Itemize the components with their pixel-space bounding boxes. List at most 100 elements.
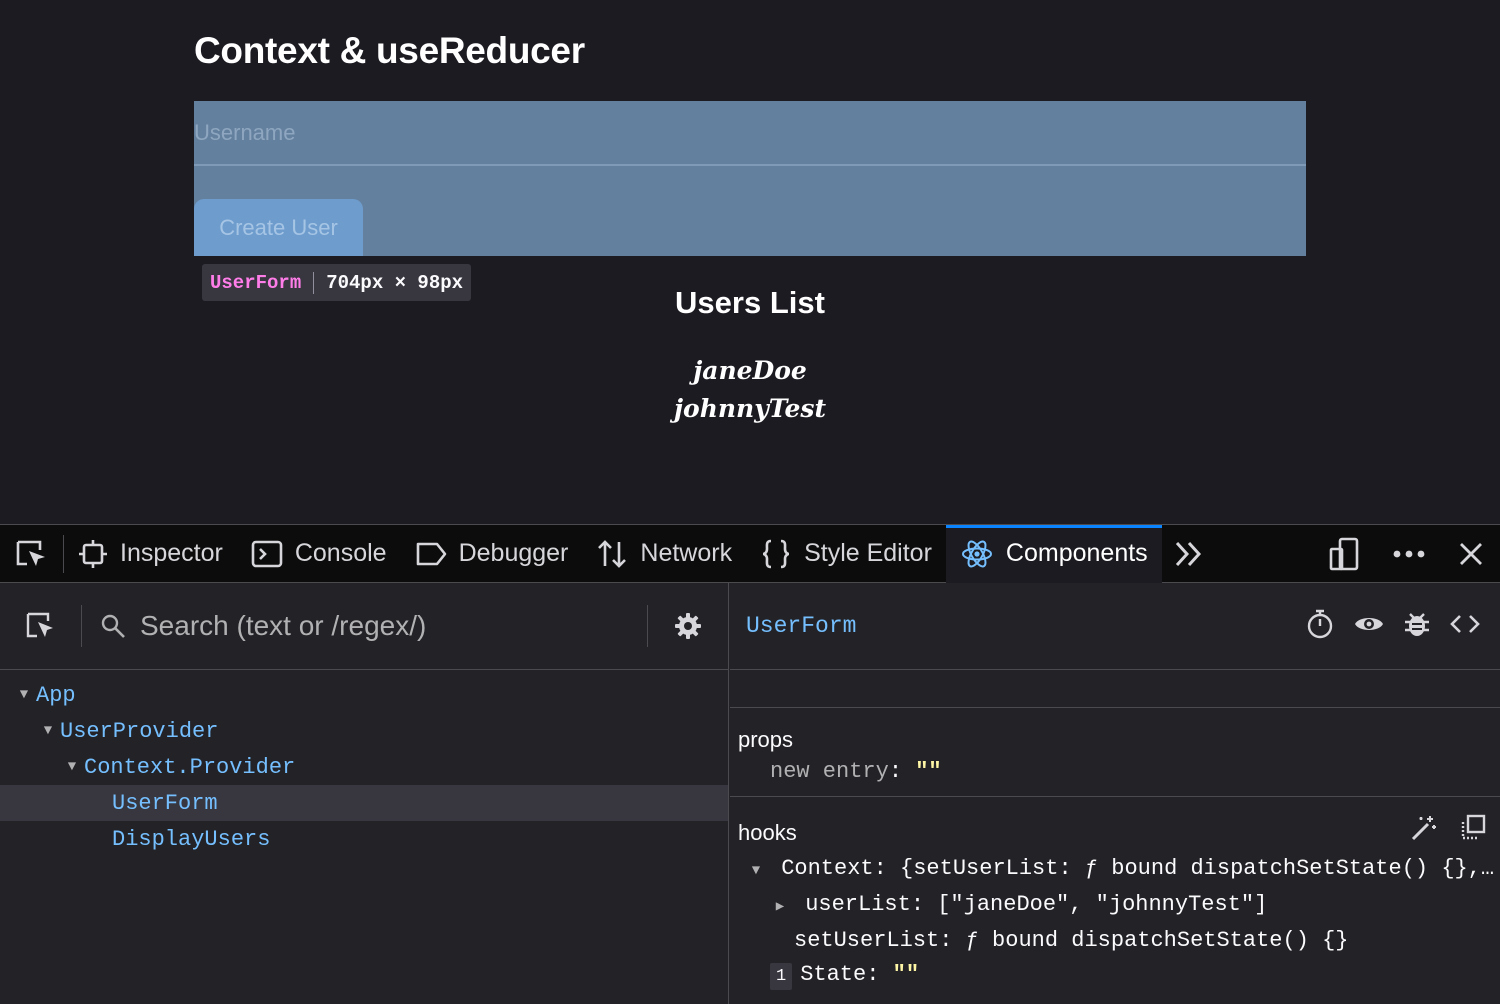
tab-label: Console [294, 539, 387, 567]
toolbar-right-controls [1312, 525, 1500, 583]
network-icon [598, 539, 627, 568]
caret-down-icon[interactable]: ▼ [60, 759, 84, 775]
components-tree-pane: ▼ App ▼ UserProvider ▼ Context.Provider … [0, 583, 729, 1004]
inspect-dom-button[interactable] [1354, 613, 1384, 640]
tab-label: Inspector [120, 539, 223, 567]
component-details-pane: UserForm props new entry: "" hooks ▼ Con… [730, 583, 1500, 1004]
component-tree: ▼ App ▼ UserProvider ▼ Context.Provider … [0, 677, 728, 857]
details-spacer [730, 670, 1500, 708]
tree-item-label: Context.Provider [84, 754, 296, 780]
chevron-double-right-icon [1175, 541, 1201, 566]
tree-item-label: UserForm [112, 790, 218, 816]
responsive-design-icon [1329, 537, 1359, 571]
responsive-design-button[interactable] [1312, 525, 1376, 583]
hook-value[interactable]: "" [893, 962, 919, 987]
users-list-title: Users List [675, 285, 825, 320]
prop-value[interactable]: "" [915, 759, 941, 784]
create-user-button[interactable]: Create User [194, 199, 363, 256]
tab-style-editor[interactable]: Style Editor [746, 525, 946, 583]
copy-hooks-button[interactable] [1460, 814, 1486, 847]
tab-components[interactable]: Components [945, 524, 1162, 583]
tab-label: Style Editor [804, 539, 932, 567]
user-form: Create User [194, 101, 1306, 256]
element-picker-icon [16, 540, 45, 566]
page-viewport: Context & useReducer Create User UserFor… [0, 0, 1500, 524]
username-input[interactable] [194, 101, 1306, 166]
details-actions [1306, 583, 1480, 670]
hook-key: Context [781, 856, 874, 881]
tree-item-app[interactable]: ▼ App [0, 677, 728, 713]
eye-icon [1355, 618, 1383, 630]
code-icon [1450, 615, 1480, 633]
react-icon [961, 540, 992, 567]
props-label: props [738, 727, 794, 752]
prop-row[interactable]: new entry: "" [770, 759, 942, 784]
tab-network[interactable]: Network [582, 525, 746, 583]
hook-index-badge: 1 [770, 963, 793, 990]
prop-key: new entry [770, 759, 889, 784]
inspector-icon [79, 539, 107, 568]
tab-console[interactable]: Console [237, 525, 401, 583]
tab-label: Network [640, 539, 733, 567]
profiler-button[interactable] [1306, 609, 1334, 644]
devtools-menu-button[interactable] [1376, 525, 1442, 583]
hook-value: ƒ bound dispatchSetState() {} [965, 928, 1349, 953]
hook-summary: {setUserList: ƒ bound dispatchSetState()… [900, 856, 1495, 881]
list-item: johnnyTest [673, 394, 827, 423]
select-element-button[interactable] [0, 605, 82, 647]
tree-item-label: DisplayUsers [112, 826, 271, 852]
copy-icon [1461, 814, 1486, 840]
debugger-icon [416, 542, 446, 565]
hook-state-row[interactable]: 1 State: "" [770, 962, 919, 990]
more-horizontal-icon [1393, 550, 1425, 558]
search-icon [101, 614, 125, 638]
tree-item-displayusers[interactable]: DisplayUsers [0, 821, 728, 857]
users-list: janeDoe johnnyTest [0, 352, 1500, 428]
hook-value: ["janeDoe", "johnnyTest"] [937, 892, 1268, 917]
tab-label: Components [1005, 539, 1148, 567]
caret-right-icon[interactable]: ▶ [768, 898, 792, 915]
props-section: props new entry: "" [730, 709, 1500, 797]
tab-inspector[interactable]: Inspector [64, 525, 237, 583]
hook-userlist-row[interactable]: ▶ userList: ["janeDoe", "johnnyTest"] [768, 892, 1268, 917]
caret-down-icon[interactable]: ▼ [36, 723, 60, 739]
tree-item-userprovider[interactable]: ▼ UserProvider [0, 713, 728, 749]
gear-icon [675, 613, 701, 639]
hooks-label: hooks [738, 820, 797, 845]
hook-key: setUserList [794, 928, 940, 953]
stopwatch-icon [1307, 609, 1333, 639]
log-component-button[interactable] [1404, 610, 1430, 643]
hooks-actions [1410, 814, 1486, 847]
search-field [82, 605, 648, 647]
devtools-toolbar: Inspector Console Debugger Network Style… [0, 524, 1500, 583]
element-picker-icon [26, 612, 53, 638]
more-tools-button[interactable] [1162, 525, 1228, 583]
tree-item-userform[interactable]: UserForm [0, 785, 728, 821]
selected-component-name: UserForm [746, 613, 857, 639]
bug-icon [1405, 613, 1429, 636]
close-devtools-button[interactable] [1442, 525, 1500, 583]
devtools-panel: Inspector Console Debugger Network Style… [0, 524, 1500, 1004]
caret-down-icon[interactable]: ▼ [744, 863, 768, 879]
page-title: Context & useReducer [194, 30, 585, 71]
console-icon [251, 540, 283, 567]
hook-key: userList [805, 892, 911, 917]
tab-debugger[interactable]: Debugger [401, 525, 583, 583]
tree-item-label: App [36, 682, 76, 708]
list-item: janeDoe [693, 356, 807, 385]
hook-setuserlist-row[interactable]: setUserList: ƒ bound dispatchSetState() … [794, 928, 1349, 953]
caret-down-icon[interactable]: ▼ [12, 687, 36, 703]
hook-context-row[interactable]: ▼ Context: {setUserList: ƒ bound dispatc… [744, 856, 1494, 881]
tree-search-bar [0, 583, 728, 670]
tab-label: Debugger [458, 539, 569, 567]
settings-button[interactable] [648, 612, 728, 640]
tree-item-context-provider[interactable]: ▼ Context.Provider [0, 749, 728, 785]
search-input[interactable] [140, 610, 620, 642]
element-picker-button[interactable] [0, 534, 64, 573]
tree-item-label: UserProvider [60, 718, 219, 744]
style-editor-icon [762, 539, 790, 568]
parse-hook-names-button[interactable] [1410, 814, 1438, 847]
details-header: UserForm [730, 583, 1500, 670]
view-source-button[interactable] [1450, 613, 1480, 640]
hook-key: State [800, 962, 867, 987]
